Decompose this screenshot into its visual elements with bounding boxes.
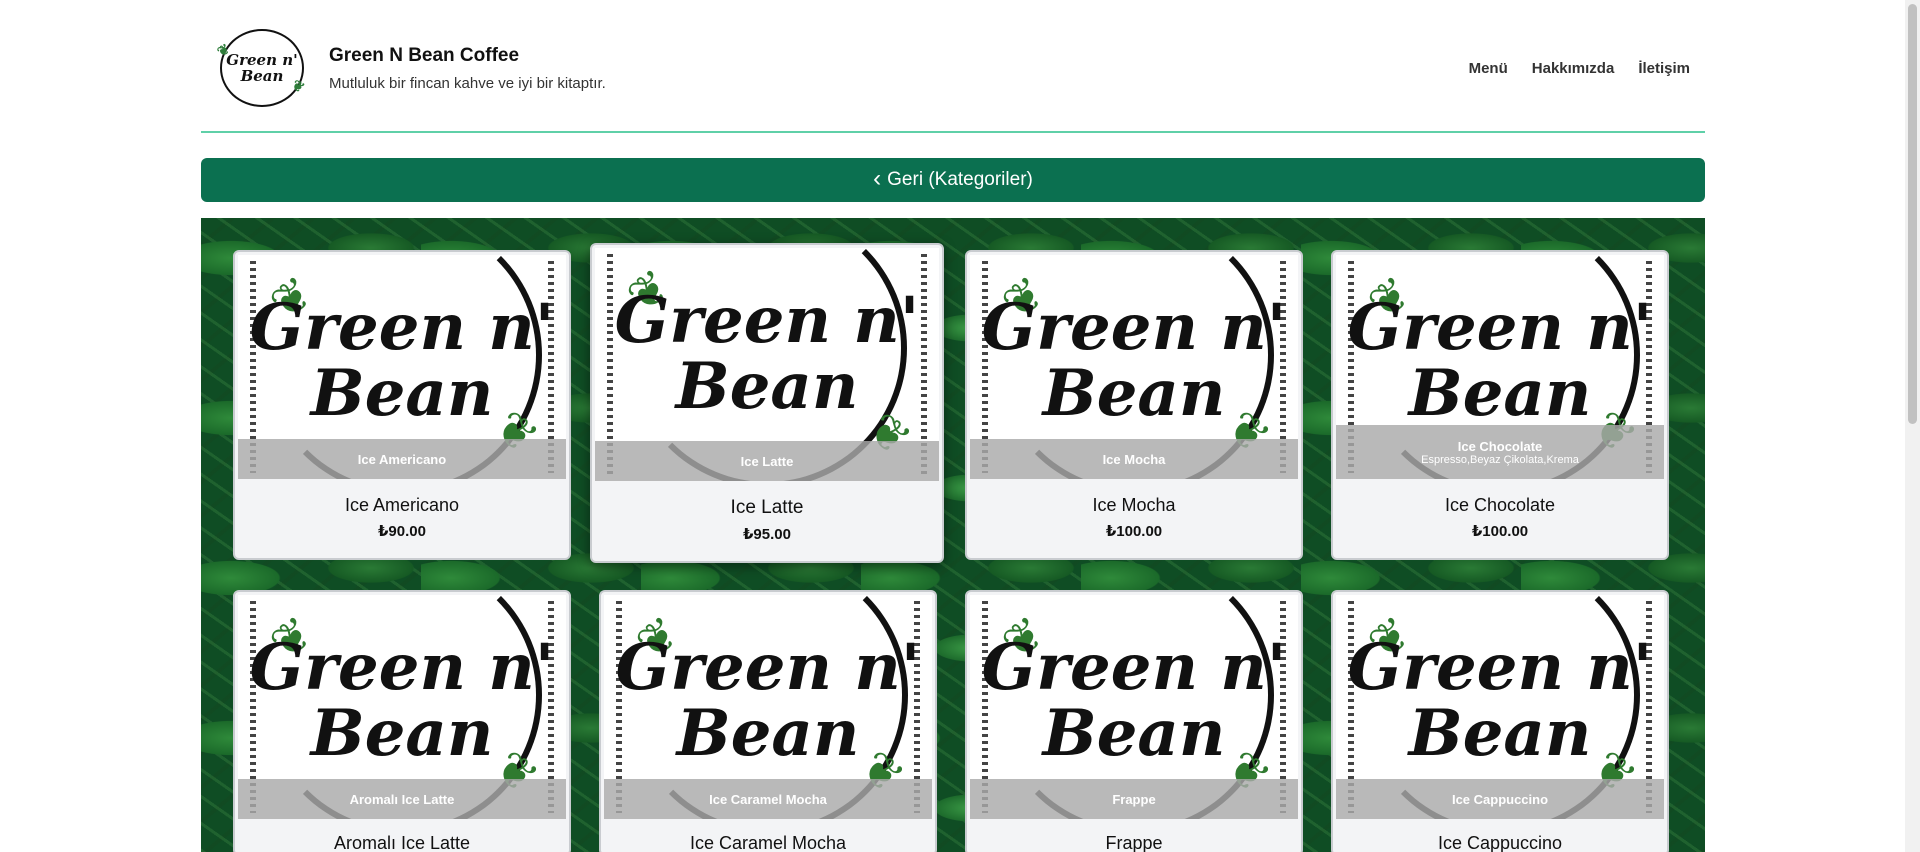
brand-name[interactable]: Green N Bean Coffee	[329, 45, 519, 67]
product-name: Ice Cappuccino	[1437, 833, 1563, 852]
caption-title: Frappe	[1112, 791, 1156, 807]
product-image: ❦ Green n' Bean ❦ Ice Americano	[238, 255, 566, 479]
product-price: ₺100.00	[1105, 523, 1163, 540]
back-to-categories-button[interactable]: ‹ Geri (Kategoriler)	[201, 158, 1705, 202]
caption-title: Ice Americano	[357, 451, 447, 467]
chevron-left-icon: ‹	[873, 164, 882, 192]
caption-title: Ice Caramel Mocha	[709, 791, 827, 807]
image-caption: Frappe	[970, 779, 1298, 819]
product-name: Ice Chocolate	[1444, 495, 1556, 515]
logo-line2: Bean	[240, 67, 284, 85]
nav-contact[interactable]: İletişim	[1638, 60, 1690, 77]
caption-description: Espresso,Beyaz Çikolata,Krema	[1421, 453, 1579, 466]
product-card[interactable]: ❦ Green n' Bean ❦ Ice Cappuccino Ice Capp…	[1331, 590, 1669, 852]
caption-title: Ice Mocha	[1102, 451, 1166, 467]
product-name: Ice Caramel Mocha	[689, 833, 847, 852]
brand-tagline: Mutluluk bir fincan kahve ve iyi bir kit…	[329, 75, 606, 92]
image-caption: Ice Cappuccino	[1336, 779, 1664, 819]
image-caption: Ice Latte	[595, 441, 939, 481]
product-image: ❦ Green n' Bean ❦ Ice Cappuccino	[1336, 595, 1664, 819]
back-button-label: Geri (Kategoriler)	[887, 169, 1033, 190]
product-image: ❦ Green n'Bean ❦ Ice Chocolate Espresso,…	[1336, 255, 1664, 479]
image-caption: Ice Mocha	[970, 439, 1298, 479]
product-card[interactable]: ❦ Green n' Bean ❦ Ice Latte Ice Latte ₺95…	[590, 243, 944, 563]
product-card[interactable]: ❦ Green n' Bean ❦ Ice Americano Ice Ameri…	[233, 250, 571, 560]
main-nav: Menü Hakkımızda İletişim	[1469, 60, 1690, 77]
product-image: ❦ Green n' Bean ❦ Ice Caramel Mocha	[604, 595, 932, 819]
product-name: Ice Mocha	[1092, 495, 1176, 515]
product-name: Ice Latte	[730, 497, 804, 518]
caption-title: Aromalı Ice Latte	[349, 791, 455, 807]
leaf-icon: ❦	[289, 77, 308, 97]
product-name: Aromalı Ice Latte	[333, 833, 471, 852]
product-image: ❦ Green n' Bean ❦ Aromalı Ice Latte	[238, 595, 566, 819]
brand-logo[interactable]: ❦ Green n' Bean ❦	[215, 29, 308, 107]
product-name: Frappe	[1105, 833, 1163, 852]
product-image: ❦ Green n' Bean ❦ Ice Mocha	[970, 255, 1298, 479]
product-name: Ice Americano	[344, 495, 460, 515]
product-card[interactable]: ❦ Green n' Bean ❦ Frappe Frappe	[965, 590, 1303, 852]
caption-title: Ice Chocolate	[1457, 438, 1543, 454]
product-price: ₺95.00	[743, 526, 791, 543]
product-price: ₺90.00	[378, 523, 426, 540]
image-wordmark: Green n' Bean	[614, 283, 920, 424]
image-caption: Ice Caramel Mocha	[604, 779, 932, 819]
nav-about[interactable]: Hakkımızda	[1532, 60, 1615, 77]
image-caption: Ice Chocolate Espresso,Beyaz Çikolata,Kr…	[1336, 425, 1664, 479]
logo-line1: Green n'	[226, 51, 298, 69]
product-card[interactable]: ❦ Green n'Bean ❦ Ice Chocolate Espresso,…	[1331, 250, 1669, 560]
caption-title: Ice Latte	[740, 453, 794, 469]
site-header: ❦ Green n' Bean ❦ Green N Bean Coffee Mu…	[201, 0, 1705, 133]
nav-menu[interactable]: Menü	[1469, 60, 1508, 77]
scrollbar-thumb[interactable]	[1908, 4, 1917, 424]
page-container: ❦ Green n' Bean ❦ Green N Bean Coffee Mu…	[201, 0, 1705, 852]
caption-title: Ice Cappuccino	[1451, 791, 1549, 807]
image-caption: Aromalı Ice Latte	[238, 779, 566, 819]
product-price: ₺100.00	[1471, 523, 1529, 540]
product-image: ❦ Green n' Bean ❦ Frappe	[970, 595, 1298, 819]
image-caption: Ice Americano	[238, 439, 566, 479]
page-scrollbar[interactable]	[1905, 0, 1920, 852]
product-card[interactable]: ❦ Green n' Bean ❦ Ice Mocha Ice Mocha ₺10…	[965, 250, 1303, 560]
product-grid: ❦ Green n' Bean ❦ Ice Americano Ice Ameri…	[201, 218, 1705, 852]
product-card[interactable]: ❦ Green n' Bean ❦ Ice Caramel Mocha Ice C…	[599, 590, 937, 852]
product-card[interactable]: ❦ Green n' Bean ❦ Aromalı Ice Latte Aroma…	[233, 590, 571, 852]
product-image: ❦ Green n' Bean ❦ Ice Latte	[595, 248, 939, 481]
